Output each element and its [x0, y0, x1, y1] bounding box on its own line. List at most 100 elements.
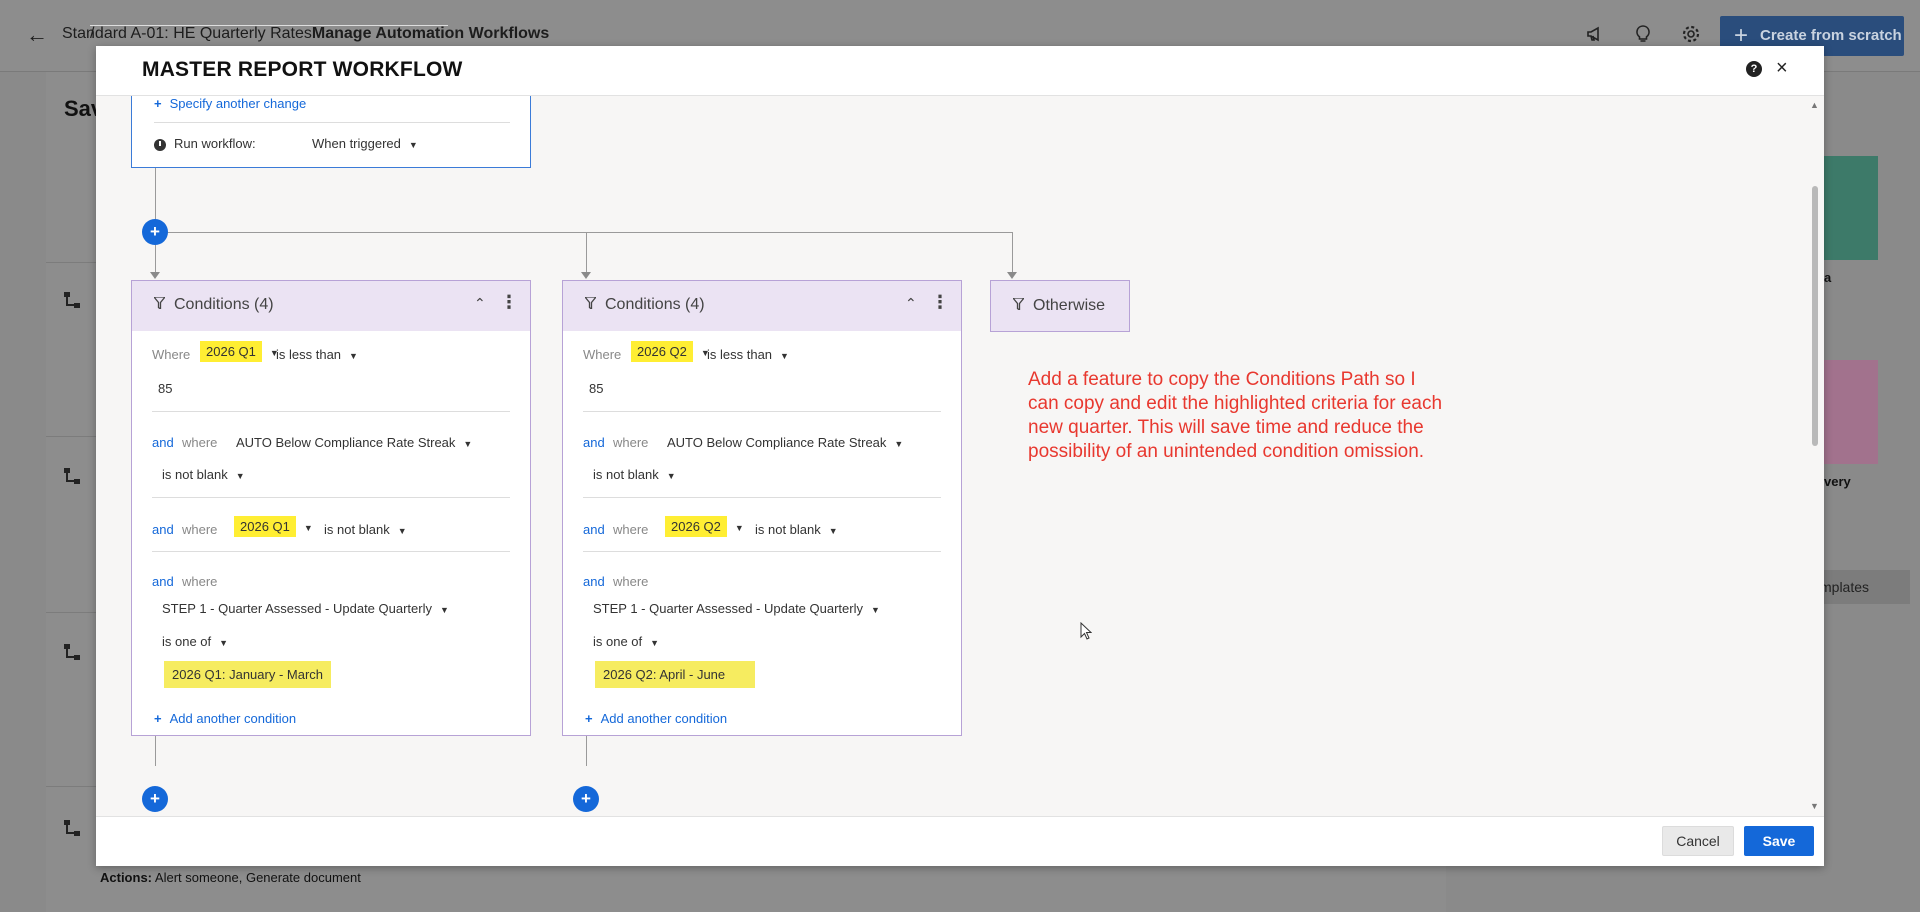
plus-icon: + [585, 711, 593, 726]
add-step-button[interactable]: + [142, 219, 168, 245]
gear-icon[interactable] [1680, 24, 1702, 46]
caret-down-icon: ▼ [349, 351, 358, 361]
otherwise-label: Otherwise [1033, 297, 1106, 314]
arrow-left-icon[interactable]: ← [26, 22, 48, 48]
plus-icon: + [154, 96, 162, 111]
conditions-header[interactable]: Conditions (4) ⌃ ⋮ [563, 281, 961, 331]
templates-button[interactable]: mplates [1810, 570, 1910, 604]
divider [152, 551, 510, 552]
breadcrumb-parent[interactable]: Standard A-01: HE Quarterly Rates [62, 25, 312, 42]
run-workflow-label: Run workflow: [174, 136, 256, 151]
chevron-up-icon[interactable]: ⌃ [474, 295, 486, 312]
condition-field-value: 2026 Q1 [200, 341, 262, 362]
caret-down-icon: ▼ [650, 638, 660, 648]
scroll-down-icon[interactable]: ▼ [1810, 801, 1819, 811]
more-options-icon[interactable]: ⋮ [931, 293, 949, 311]
cancel-button[interactable]: Cancel [1662, 826, 1734, 856]
condition-field-dropdown[interactable]: 2026 Q2 ▼ [665, 516, 744, 537]
caret-down-icon: ▼ [235, 471, 245, 481]
condition-field-value: STEP 1 - Quarter Assessed - Update Quart… [593, 601, 863, 616]
operator-dropdown[interactable]: is not blank ▼ [324, 522, 407, 537]
chevron-up-icon[interactable]: ⌃ [905, 295, 917, 312]
add-step-button[interactable]: + [142, 786, 168, 812]
template-tile[interactable] [1820, 360, 1878, 464]
workflow-icon [62, 290, 84, 312]
add-another-condition-link[interactable]: + Add another condition [585, 711, 727, 726]
lightbulb-icon[interactable] [1632, 24, 1654, 46]
operator-dropdown[interactable]: is one of ▼ [593, 634, 659, 649]
mouse-cursor-icon [1080, 622, 1092, 640]
condition-field-dropdown[interactable]: 2026 Q2 ▼ [631, 341, 710, 362]
divider [583, 411, 941, 412]
where-label: where [613, 574, 649, 589]
scroll-up-icon[interactable]: ▲ [1810, 100, 1819, 110]
condition-value-input[interactable]: 85 [589, 381, 603, 396]
condition-field-dropdown[interactable]: 2026 Q1 ▼ [234, 516, 313, 537]
operator-value: is less than [276, 347, 342, 362]
connector-line [155, 242, 156, 274]
operator-dropdown[interactable]: is less than ▼ [276, 347, 358, 362]
scrollbar-thumb[interactable] [1812, 186, 1818, 446]
operator-value: is not blank [324, 522, 390, 537]
operator-dropdown[interactable]: is not blank ▼ [593, 467, 676, 482]
add-condition-label: Add another condition [600, 711, 728, 726]
clock-icon [154, 139, 166, 151]
condition-field-dropdown[interactable]: 2026 Q1 ▼ [200, 341, 279, 362]
condition-field-dropdown[interactable]: STEP 1 - Quarter Assessed - Update Quart… [162, 601, 449, 616]
conditions-header[interactable]: Conditions (4) ⌃ ⋮ [132, 281, 530, 331]
add-step-button[interactable]: + [573, 786, 599, 812]
connector-line [155, 736, 156, 766]
caret-down-icon: ▼ [303, 523, 313, 533]
add-another-condition-link[interactable]: + Add another condition [154, 711, 296, 726]
specify-label: Specify another change [169, 96, 307, 111]
operator-dropdown[interactable]: is not blank ▼ [162, 467, 245, 482]
where-label: where [613, 522, 649, 537]
caret-down-icon: ▼ [780, 351, 789, 361]
and-label: and [583, 574, 605, 589]
actions-label: Actions: [100, 870, 152, 885]
conditions-title: Conditions (4) [605, 296, 705, 313]
help-icon[interactable]: ? [1746, 61, 1762, 77]
modal-footer [96, 816, 1824, 866]
where-label: where [182, 574, 218, 589]
operator-dropdown[interactable]: is one of ▼ [162, 634, 228, 649]
and-label: and [583, 522, 605, 537]
arrow-down-icon [581, 272, 591, 279]
template-tile[interactable] [1820, 156, 1878, 260]
condition-field-value: 2026 Q2 [631, 341, 693, 362]
and-label: and [583, 435, 605, 450]
save-button[interactable]: Save [1744, 826, 1814, 856]
connector-line [1012, 232, 1013, 274]
condition-field-dropdown[interactable]: STEP 1 - Quarter Assessed - Update Quart… [593, 601, 880, 616]
and-label: and [152, 574, 174, 589]
where-label: Where [152, 347, 191, 362]
selected-value-chip[interactable]: 2026 Q2: April - June [595, 661, 756, 688]
megaphone-icon[interactable] [1584, 24, 1606, 46]
connector-line [586, 736, 587, 766]
breadcrumb: Standard A-01: HE Quarterly Rates / Manage… [62, 25, 549, 43]
divider [154, 122, 510, 123]
filter-icon [583, 296, 598, 312]
otherwise-card[interactable]: Otherwise [990, 280, 1130, 332]
operator-dropdown[interactable]: is less than ▼ [707, 347, 789, 362]
condition-value-input[interactable]: 85 [158, 381, 172, 396]
run-workflow-dropdown[interactable]: When triggered ▼ [312, 136, 418, 151]
operator-dropdown[interactable]: is not blank ▼ [755, 522, 838, 537]
close-icon[interactable]: × [1776, 57, 1788, 80]
caret-down-icon: ▼ [828, 526, 838, 536]
arrow-down-icon [1007, 272, 1017, 279]
condition-field-value: STEP 1 - Quarter Assessed - Update Quart… [162, 601, 432, 616]
connector-line [586, 232, 587, 274]
workflow-icon [62, 466, 84, 488]
caret-down-icon: ▼ [440, 605, 449, 615]
where-label: Where [583, 347, 622, 362]
caret-down-icon: ▼ [666, 471, 676, 481]
more-options-icon[interactable]: ⋮ [500, 293, 518, 311]
condition-field-dropdown[interactable]: AUTO Below Compliance Rate Streak ▼ [236, 435, 472, 450]
selected-value-chip[interactable]: 2026 Q1: January - March [164, 661, 332, 688]
caret-down-icon: ▼ [871, 605, 880, 615]
divider [583, 497, 941, 498]
specify-another-change-link[interactable]: + Specify another change [154, 96, 306, 111]
condition-field-dropdown[interactable]: AUTO Below Compliance Rate Streak ▼ [667, 435, 903, 450]
run-workflow-value: When triggered [312, 136, 401, 151]
